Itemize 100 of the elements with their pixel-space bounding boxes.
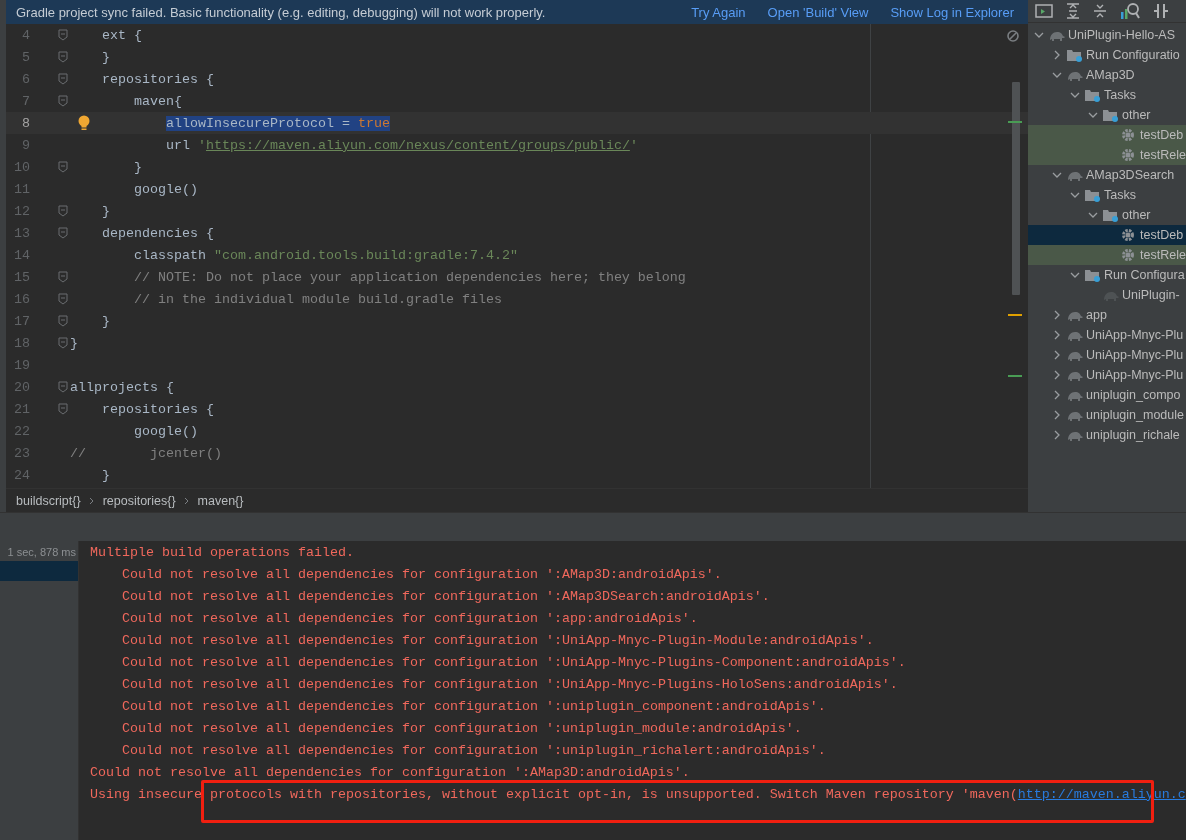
tree-item[interactable]: testRele xyxy=(1028,245,1186,265)
code-line: allprojects { xyxy=(70,379,174,395)
tree-item[interactable]: UniApp-Mnyc-Plu xyxy=(1028,325,1186,345)
line-number: 4 xyxy=(21,27,30,43)
lightbulb-icon xyxy=(78,115,90,131)
error-message: Could not resolve all dependencies for configuration ':AMap3D:androidApis'. xyxy=(122,566,722,582)
code-line: allowInsecureProtocol = true xyxy=(164,115,390,131)
fold-icon xyxy=(58,51,68,63)
code-line: repositories { xyxy=(101,71,214,87)
error-message: Could not resolve all dependencies for configuration ':UniApp-Mnyc-Plugin-Module:androidApis'. xyxy=(122,632,874,648)
tree-item[interactable]: Tasks xyxy=(1028,85,1186,105)
tree-item[interactable]: testRele xyxy=(1028,145,1186,165)
error-message: Could not resolve all dependencies for configuration ':app:androidApis'. xyxy=(122,610,698,626)
tree-item[interactable]: UniApp-Mnyc-Plu xyxy=(1028,345,1186,365)
line-number: 14 xyxy=(13,247,30,263)
breadcrumb-item[interactable]: maven{} xyxy=(197,494,244,508)
build-tree-row[interactable] xyxy=(0,561,78,581)
line-number: 23 xyxy=(13,445,30,461)
error-message: Could not resolve all dependencies for configuration ':uniplugin_component:androidApis'. xyxy=(122,698,826,714)
fold-icon xyxy=(58,403,68,415)
code-line: repositories { xyxy=(101,401,214,417)
tree-item[interactable]: Run Configura xyxy=(1028,265,1186,285)
line-number: 22 xyxy=(13,423,30,439)
code-line: } xyxy=(133,159,142,175)
banner-link[interactable]: Try Again xyxy=(691,4,746,20)
line-number: 13 xyxy=(13,225,30,241)
tree-item[interactable]: testDeb xyxy=(1028,125,1186,145)
analyze-icon xyxy=(1120,2,1140,20)
banner-message: Gradle project sync failed. Basic functionality (e.g. editing, debugging) will not work properly. xyxy=(16,4,546,20)
chevron-right-icon xyxy=(183,497,190,505)
tree-item[interactable]: UniApp-Mnyc-Plu xyxy=(1028,365,1186,385)
line-number: 24 xyxy=(13,467,30,483)
fold-icon xyxy=(58,161,68,173)
fold-icon xyxy=(58,29,68,41)
build-tree-row[interactable]: 1 sec, 878 ms xyxy=(0,541,78,561)
code-line: dependencies { xyxy=(101,225,214,241)
breadcrumb-item[interactable]: repositories{} xyxy=(102,494,176,508)
line-number: 21 xyxy=(13,401,30,417)
tree-item[interactable]: app xyxy=(1028,305,1186,325)
code-line: // NOTE: Do not place your application dependencies here; they belong xyxy=(133,269,686,285)
fold-icon xyxy=(58,271,68,283)
line-number: 6 xyxy=(21,71,30,87)
error-stripe-mark xyxy=(1008,375,1022,377)
code-line: // jcenter() xyxy=(70,445,222,461)
code-line: // in the individual module build.gradle files xyxy=(133,291,502,307)
tree-item[interactable]: other xyxy=(1028,205,1186,225)
folder-gear-icon xyxy=(1084,87,1101,103)
code-line: ext { xyxy=(101,27,142,43)
gear-icon xyxy=(1120,247,1137,263)
banner-link[interactable]: Open 'Build' View xyxy=(767,4,869,20)
code-line: } xyxy=(101,467,110,483)
line-number: 8 xyxy=(21,115,30,131)
tree-item[interactable]: Tasks xyxy=(1028,185,1186,205)
tree-item[interactable]: UniPlugin-Hello-AS xyxy=(1028,25,1186,45)
code-line: } xyxy=(101,203,110,219)
folder-gear-icon xyxy=(1066,47,1083,63)
code-line: google() xyxy=(133,423,198,439)
code-line: google() xyxy=(133,181,198,197)
line-number: 11 xyxy=(13,181,30,197)
run-window-icon xyxy=(1035,3,1053,19)
gear-icon xyxy=(1120,147,1137,163)
tree-item[interactable]: uniplugin_module xyxy=(1028,405,1186,425)
expand-all-icon xyxy=(1066,3,1080,19)
code-line: maven{ xyxy=(133,93,182,109)
fold-icon xyxy=(58,337,68,349)
code-line: } xyxy=(101,49,110,65)
tree-item[interactable]: testDeb xyxy=(1028,225,1186,245)
error-message: Could not resolve all dependencies for configuration ':uniplugin_module:androidApis'. xyxy=(122,720,802,736)
tree-item[interactable]: AMap3D xyxy=(1028,65,1186,85)
error-message: Could not resolve all dependencies for configuration ':UniApp-Mnyc-Plugins-HoloSens:androidApis'. xyxy=(122,676,898,692)
error-message: Could not resolve all dependencies for configuration ':uniplugin_richalert:androidApis'. xyxy=(122,742,826,758)
line-number: 12 xyxy=(13,203,30,219)
line-number: 9 xyxy=(21,137,30,153)
code-line: } xyxy=(70,335,78,351)
scrollbar-thumb[interactable] xyxy=(1012,82,1020,295)
tree-item[interactable]: UniPlugin- xyxy=(1028,285,1186,305)
folder-gear-icon xyxy=(1102,207,1119,223)
banner-link[interactable]: Show Log in Explorer xyxy=(890,4,1014,20)
fold-icon xyxy=(58,381,68,393)
breadcrumb-item[interactable]: buildscript{} xyxy=(16,494,81,508)
collapse-all-icon xyxy=(1093,3,1107,19)
line-number: 5 xyxy=(21,49,30,65)
tree-item[interactable]: uniplugin_richale xyxy=(1028,425,1186,445)
tree-item[interactable]: Run Configuratio xyxy=(1028,45,1186,65)
error-message: Multiple build operations failed. xyxy=(90,544,354,560)
tree-item[interactable]: other xyxy=(1028,105,1186,125)
folder-gear-icon xyxy=(1102,107,1119,123)
error-message: Could not resolve all dependencies for configuration ':UniApp-Mnyc-Plugins-Component:androidApis'. xyxy=(122,654,906,670)
line-number: 18 xyxy=(13,335,30,351)
tree-item[interactable]: uniplugin_compo xyxy=(1028,385,1186,405)
code-line: } xyxy=(101,313,110,329)
gear-icon xyxy=(1120,227,1137,243)
error-message: Could not resolve all dependencies for configuration ':AMap3D:androidApis'. xyxy=(90,764,690,780)
error-stripe-mark xyxy=(1008,121,1022,123)
chevron-down-icon xyxy=(1034,30,1044,40)
folder-gear-icon xyxy=(1084,267,1101,283)
chevron-right-icon xyxy=(1052,50,1062,60)
line-number: 19 xyxy=(13,357,30,373)
tree-item[interactable]: AMap3DSearch xyxy=(1028,165,1186,185)
chevron-right-icon xyxy=(88,497,95,505)
